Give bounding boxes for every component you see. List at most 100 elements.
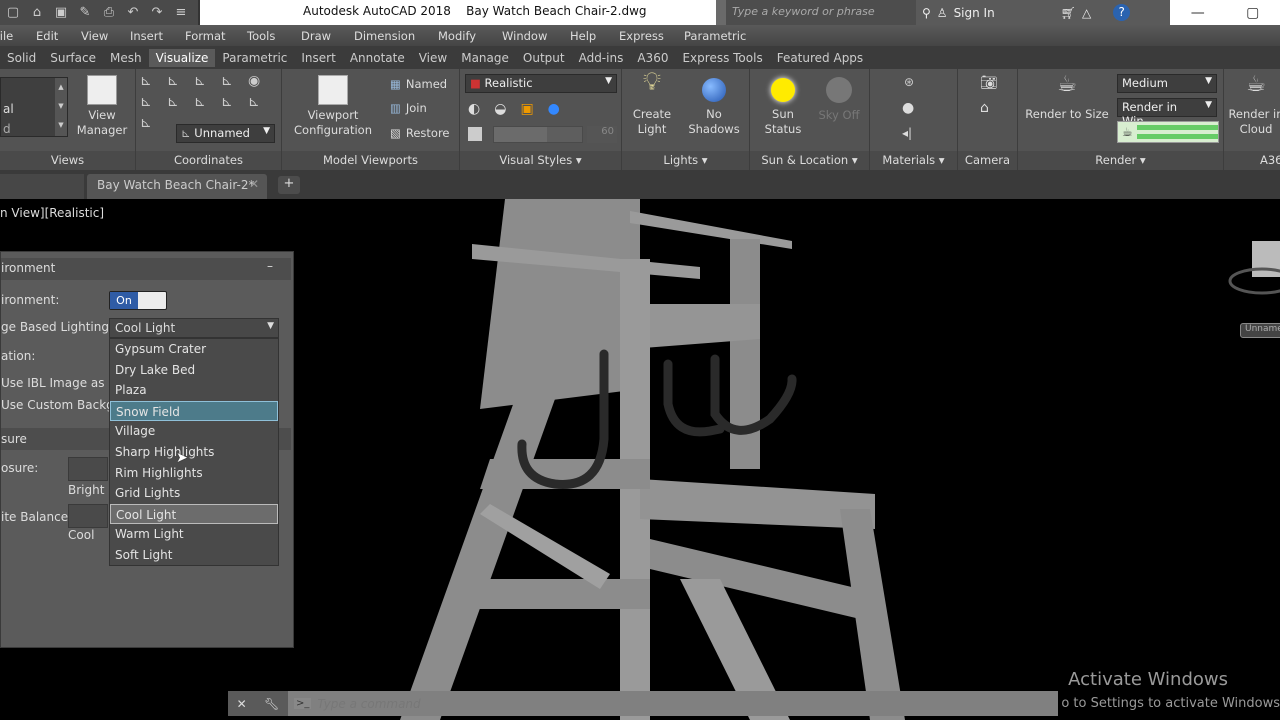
ucs-named-icon[interactable]: ⊾ [167,73,194,89]
close-icon[interactable]: ✕ [237,697,247,711]
materials-panel-label[interactable]: Materials ▾ [870,151,957,170]
restore-button[interactable]: ▧ Restore [390,126,450,140]
views-list[interactable]: al d ▲ ▼ ▼ [0,77,68,137]
menu-window[interactable]: Window [502,29,570,43]
ibl-option[interactable]: Warm Light [110,524,278,545]
menu-help[interactable]: Help [570,29,619,43]
ibl-option[interactable]: Gypsum Crater [110,339,278,360]
ucs-icon[interactable]: ⊾ [140,73,167,89]
ribbon-tab-output[interactable]: Output [516,49,572,67]
ribbon-tab-surface[interactable]: Surface [43,49,103,67]
render-in-cloud-button[interactable]: ☕︎ Render in Cloud [1226,74,1280,137]
shadows-icon[interactable]: ● [548,101,560,117]
view-manager-button[interactable]: View Manager [74,75,130,138]
opacity-slider[interactable] [493,126,583,143]
exposure-slider[interactable] [68,457,108,481]
ucs-dropdown[interactable]: ⊾ Unnamed ▼ [176,124,275,143]
menu-insert[interactable]: Insert [130,29,185,43]
ucs-origin-icon[interactable]: ⊾ [140,94,167,110]
render-quality-dropdown[interactable]: Medium ▼ [1117,74,1217,93]
command-input[interactable]: >_ Type a command [288,691,1058,716]
ribbon-tab-parametric[interactable]: Parametric [215,49,294,67]
command-prompt-icon[interactable]: >_ [294,698,312,709]
ibl-option[interactable]: Grid Lights [110,483,278,504]
ibl-option[interactable]: Dry Lake Bed [110,360,278,381]
ribbon-tab-a360[interactable]: A360 [630,49,675,67]
ibl-option[interactable]: Snow Field [110,400,278,422]
camera-icon[interactable]: 📷︎ [980,75,998,91]
ibl-option[interactable]: Plaza [110,380,278,401]
ribbon-tab-solid[interactable]: Solid [0,49,43,67]
views-list-scroll[interactable]: ▲ ▼ ▼ [55,78,67,136]
visual-styles-panel-label[interactable]: Visual Styles ▾ [460,151,621,170]
help-icon[interactable]: ? [1113,4,1131,21]
ribbon-tab-mesh[interactable]: Mesh [103,49,149,67]
binoculars-icon[interactable]: ⚲ [922,6,931,20]
xray-toggle-icon[interactable] [468,127,482,141]
sky-off-button[interactable]: Sky Off [812,75,866,123]
collapse-icon[interactable]: – [267,259,273,273]
render-panel-label[interactable]: Render ▾ [1018,151,1223,170]
use-custom-background-radio[interactable]: Use Custom Backgr [1,398,119,412]
ucs-z-icon[interactable]: ⊾ [248,94,275,110]
ucs-previous-icon[interactable]: ⊾ [221,73,248,89]
menu-tools[interactable]: Tools [247,29,301,43]
menu-modify[interactable]: Modify [438,29,502,43]
start-tab[interactable] [0,174,84,199]
materials-browser-icon[interactable]: ⊛ [904,75,914,89]
render-target-dropdown[interactable]: Render in Win...▼ [1117,98,1217,128]
visual-style-dropdown[interactable]: ■ Realistic ▼ [465,74,617,93]
undo-icon[interactable]: ↶ [124,5,142,20]
document-tab[interactable]: Bay Watch Beach Chair-2* ✕ [87,174,267,199]
named-button[interactable]: ▦ Named [390,77,447,91]
lights-panel-label[interactable]: Lights ▾ [622,151,749,170]
menu-view[interactable]: View [81,29,130,43]
wrench-icon[interactable]: 🔧︎ [264,697,279,711]
ribbon-tab-add-ins[interactable]: Add-ins [572,49,631,67]
menu-parametric[interactable]: Parametric [684,29,746,43]
no-shadows-button[interactable]: No Shadows [684,75,744,137]
plot-icon[interactable]: ⎙ [100,5,118,20]
opacity-value[interactable]: 60 [587,126,617,143]
ucs-face-icon[interactable]: ◉ [248,73,275,89]
maximize-button[interactable]: ▢ [1246,5,1259,21]
customize-icon[interactable]: ≡ [172,5,190,20]
face-style-icon[interactable]: ◒ [494,101,506,117]
new-icon[interactable]: ▢ [4,5,22,20]
ribbon-tab-featured-apps[interactable]: Featured Apps [770,49,870,67]
viewport-configuration-button[interactable]: Viewport Configuration [288,75,378,138]
sign-in-button[interactable]: Sign In [954,6,995,20]
menu-file[interactable]: File [0,29,36,43]
new-tab-button[interactable]: + [278,176,300,194]
use-ibl-background-radio[interactable]: Use IBL Image as Ba [1,376,124,390]
sun-status-button[interactable]: Sun Status [756,75,810,137]
menu-format[interactable]: Format [185,29,247,43]
ucs-viewcube-menu[interactable]: Unnamed [1240,323,1280,338]
environment-toggle[interactable]: On [109,291,167,310]
ucs-world-icon[interactable]: ⊾ [194,73,221,89]
xray-icon[interactable]: ▣ [520,101,533,117]
camera-view-icon[interactable]: ⌂ [980,100,989,116]
join-button[interactable]: ▥ Join [390,101,427,115]
white-balance-slider[interactable] [68,504,108,528]
ibl-option[interactable]: Sharp Highlights [110,442,278,463]
views-list-item[interactable]: d [3,122,11,136]
menu-draw[interactable]: Draw [301,29,354,43]
ribbon-tab-view[interactable]: View [412,49,454,67]
menu-express[interactable]: Express [619,29,684,43]
ibl-option[interactable]: Soft Light [110,545,278,566]
exchange-icon[interactable]: △ [1082,6,1091,20]
render-to-size-button[interactable]: ☕︎ Render to Size [1024,74,1110,122]
ribbon-tab-express-tools[interactable]: Express Tools [675,49,769,67]
ribbon-tab-manage[interactable]: Manage [454,49,516,67]
redo-icon[interactable]: ↷ [148,5,166,20]
views-list-item[interactable]: al [3,102,14,116]
save-icon[interactable]: ▣ [52,5,70,20]
ibl-dropdown[interactable]: Cool Light ▼ [109,318,279,338]
ibl-option[interactable]: Rim Highlights [110,463,278,484]
material-sphere-icon[interactable]: ● [902,100,914,116]
save-as-icon[interactable]: ✎ [76,5,94,20]
menu-edit[interactable]: Edit [36,29,81,43]
create-light-button[interactable]: 💡︎ Create Light [628,69,676,137]
ucs-x-icon[interactable]: ⊾ [221,94,248,110]
